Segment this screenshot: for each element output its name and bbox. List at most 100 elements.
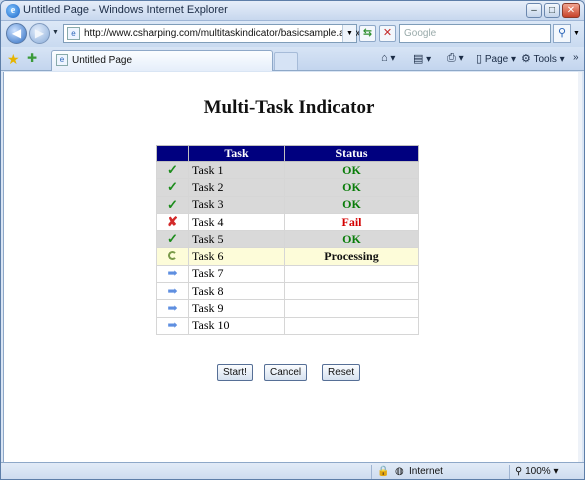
browser-window: e Untitled Page - Windows Internet Explo… — [0, 0, 585, 480]
table-row: ✓ Task 2 OK — [156, 178, 419, 197]
search-placeholder: Google — [404, 28, 437, 39]
task-name: Task 7 — [188, 264, 285, 284]
tools-menu[interactable]: ⚙ Tools ▾ — [521, 52, 565, 65]
page-menu-label: Page — [484, 54, 509, 65]
status-separator — [371, 465, 372, 479]
start-button[interactable]: Start! — [217, 364, 253, 381]
maximize-button[interactable]: □ — [544, 3, 560, 18]
task-status: OK — [284, 230, 419, 249]
print-button[interactable]: ⎙ ▾ — [447, 52, 464, 65]
task-status — [284, 264, 419, 284]
task-status: Fail — [284, 212, 419, 232]
page-menu[interactable]: ▯ Page ▾ — [476, 52, 516, 65]
task-name: Task 10 — [188, 316, 285, 335]
home-button[interactable]: ⌂ ▾ — [381, 52, 395, 64]
task-status — [284, 299, 419, 318]
task-name: Task 3 — [188, 195, 285, 214]
table-row: ✘ Task 4 Fail — [156, 212, 419, 232]
feeds-button[interactable]: ▤ ▾ — [413, 52, 431, 65]
task-name: Task 8 — [188, 282, 285, 301]
table-header-row: Task Status — [156, 145, 419, 162]
search-button[interactable]: ⚲ — [553, 24, 571, 43]
cross-icon: ✘ — [156, 212, 189, 232]
spinner-icon — [156, 247, 189, 266]
stop-button[interactable]: ✕ — [379, 25, 396, 42]
close-button[interactable]: ✕ — [562, 3, 580, 18]
globe-icon: ◍ — [395, 466, 404, 477]
task-table: Task Status ✓ Task 1 OK ✓ Task 2 OK ✓ Task 3 OK ✘… — [156, 145, 419, 335]
task-name: Task 4 — [188, 212, 285, 232]
arrow-right-icon: ➡ — [156, 282, 189, 301]
title-bar: e Untitled Page - Windows Internet Explo… — [1, 1, 584, 21]
table-row: ➡ Task 8 — [156, 282, 419, 301]
protected-mode-icon[interactable]: 🔒 — [377, 466, 389, 477]
status-separator — [509, 465, 510, 479]
tab-bar: ★ ✚ e Untitled Page ⌂ ▾ ▤ ▾ ⎙ ▾ ▯ Page ▾… — [1, 47, 584, 71]
ie-logo-icon: e — [6, 4, 20, 18]
task-status: OK — [284, 160, 419, 180]
table-row: ✓ Task 5 OK — [156, 230, 419, 249]
tab-label: Untitled Page — [72, 55, 133, 66]
add-favorites-icon[interactable]: ✚ — [27, 51, 37, 65]
page-icon: e — [67, 27, 80, 40]
gear-icon: ⚙ — [521, 53, 531, 65]
reset-button[interactable]: Reset — [322, 364, 361, 381]
table-row: ➡ Task 10 — [156, 316, 419, 335]
check-icon: ✓ — [156, 230, 189, 249]
check-icon: ✓ — [156, 178, 189, 197]
navigation-bar: ◀ ▶ ▼ e http://www.csharping.com/multita… — [1, 21, 584, 47]
table-row: Task 6 Processing — [156, 247, 419, 266]
search-dropdown-icon[interactable]: ▼ — [573, 30, 580, 37]
address-url[interactable]: http://www.csharping.com/multitaskindica… — [84, 28, 360, 39]
arrow-right-icon: ➡ — [156, 264, 189, 284]
chevron-more-icon[interactable]: » — [573, 52, 579, 63]
task-name: Task 1 — [188, 160, 285, 180]
back-button[interactable]: ◀ — [6, 23, 27, 44]
table-row: ✓ Task 3 OK — [156, 195, 419, 214]
address-bar[interactable]: e http://www.csharping.com/multitaskindi… — [63, 24, 360, 43]
page-menu-icon: ▯ — [476, 53, 483, 65]
home-icon: ⌂ — [381, 52, 388, 64]
check-icon: ✓ — [156, 195, 189, 214]
zoom-icon: ⚲ — [515, 466, 523, 477]
table-row: ➡ Task 7 — [156, 264, 419, 284]
feeds-icon: ▤ — [413, 53, 424, 65]
address-dropdown-icon[interactable]: ▼ — [342, 25, 356, 42]
refresh-button[interactable]: ⇆ — [359, 25, 376, 42]
table-row: ✓ Task 1 OK — [156, 160, 419, 180]
arrow-right-icon: ➡ — [156, 299, 189, 318]
forward-button[interactable]: ▶ — [29, 23, 50, 44]
header-task: Task — [188, 145, 285, 162]
minimize-button[interactable]: – — [526, 3, 542, 18]
favorites-star-icon[interactable]: ★ — [7, 51, 20, 68]
history-dropdown-icon[interactable]: ▼ — [52, 29, 59, 36]
search-icon: ⚲ — [557, 27, 567, 39]
arrow-right-icon: ➡ — [156, 316, 189, 335]
cancel-button[interactable]: Cancel — [264, 364, 308, 381]
task-status: OK — [284, 195, 419, 214]
status-bar: 🔒 ◍ Internet ⚲ 100% ▾ — [1, 462, 584, 479]
header-status: Status — [284, 145, 419, 162]
header-icon-col — [156, 145, 189, 162]
task-status — [284, 316, 419, 335]
task-status: Processing — [284, 247, 419, 266]
tab-untitled-page[interactable]: e Untitled Page — [51, 50, 273, 71]
vertical-scrollbar[interactable] — [578, 72, 582, 462]
zoom-level: 100% — [525, 466, 551, 477]
task-status — [284, 282, 419, 301]
page-content: Multi-Task Indicator Task Status ✓ Task 1… — [3, 72, 582, 462]
new-tab-button[interactable] — [274, 52, 298, 70]
check-icon: ✓ — [156, 160, 189, 180]
tab-page-icon: e — [56, 54, 68, 66]
page-title: Multi-Task Indicator — [203, 97, 375, 118]
search-input[interactable]: Google — [399, 24, 551, 43]
task-name: Task 6 — [188, 247, 285, 266]
print-icon: ⎙ — [447, 52, 456, 64]
task-name: Task 9 — [188, 299, 285, 318]
tools-menu-label: Tools — [533, 54, 557, 65]
window-title: Untitled Page - Windows Internet Explore… — [23, 4, 228, 16]
task-name: Task 2 — [188, 178, 285, 197]
zone-label: Internet — [409, 466, 443, 477]
task-status: OK — [284, 178, 419, 197]
zoom-control[interactable]: ⚲ 100% ▾ — [515, 466, 559, 477]
